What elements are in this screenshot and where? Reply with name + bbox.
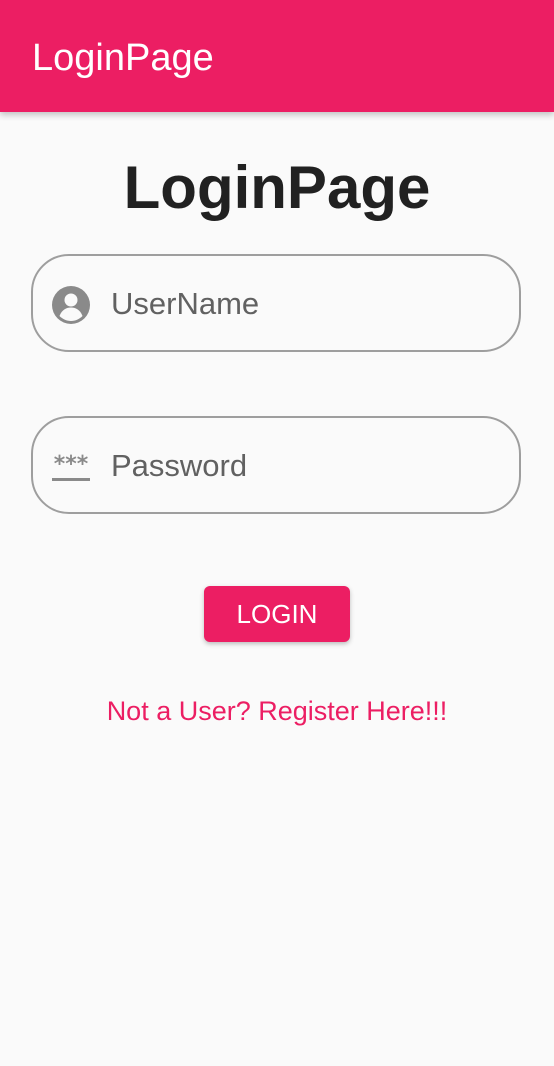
username-field[interactable] <box>31 254 521 352</box>
login-button[interactable]: LOGIN <box>204 586 350 642</box>
svg-text:***: *** <box>54 452 89 477</box>
register-link[interactable]: Not a User? Register Here!!! <box>0 694 554 728</box>
app-bar-title: LoginPage <box>32 37 214 79</box>
password-icon: *** <box>51 447 91 487</box>
username-input[interactable] <box>111 282 501 326</box>
password-field[interactable]: *** <box>31 416 521 514</box>
page-title: LoginPage <box>123 154 431 221</box>
password-input[interactable] <box>111 444 501 488</box>
app-bar: LoginPage <box>0 0 554 112</box>
account-circle-icon <box>51 285 91 325</box>
